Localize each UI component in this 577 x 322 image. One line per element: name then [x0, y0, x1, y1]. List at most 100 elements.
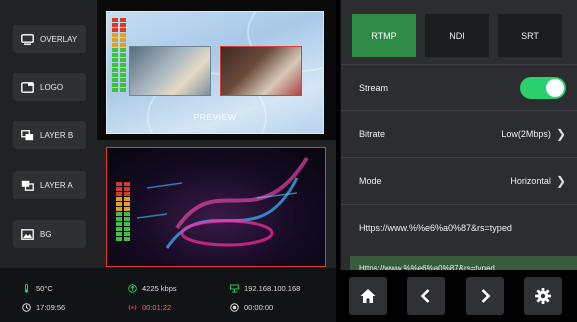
stream-row: Stream: [341, 64, 577, 110]
image-icon: [21, 228, 34, 240]
meter-segment: [112, 83, 118, 87]
upload-icon: [128, 284, 137, 293]
meter-segment: [112, 28, 118, 32]
monitor-icon: [21, 33, 34, 45]
meter-segment: [120, 53, 126, 57]
meter-segment: [116, 187, 122, 191]
meter-segment: [120, 58, 126, 62]
layer-panel: OVERLAY LOGO LAYER B LAYER A BG: [0, 0, 97, 268]
camera-source-2: [220, 46, 302, 96]
preview-area: PREVIEW: [97, 0, 336, 140]
layer-b-button[interactable]: LAYER B: [13, 121, 86, 149]
settings-panel: RTMP NDI SRT Stream Bitrate Low(2Mbps) ❯…: [340, 0, 577, 270]
meter-segment: [124, 197, 130, 201]
layer-b-label: LAYER B: [40, 130, 74, 140]
nav-bar: [336, 270, 577, 322]
tab-srt[interactable]: SRT: [498, 14, 562, 57]
meter-segment: [116, 192, 122, 196]
stream-label: Stream: [359, 82, 389, 93]
meter-segment: [112, 68, 118, 72]
meter-segment: [124, 227, 130, 231]
meter-segment: [120, 63, 126, 67]
forward-button[interactable]: [466, 277, 504, 315]
meter-segment: [112, 63, 118, 67]
meter-segment: [120, 83, 126, 87]
meter-segment: [112, 23, 118, 27]
program-area: [97, 140, 336, 268]
record-icon: [230, 303, 239, 312]
clock-icon: [22, 303, 31, 312]
toggle-knob: [546, 78, 564, 97]
meter-segment: [124, 237, 130, 241]
preview-monitor[interactable]: PREVIEW: [106, 11, 324, 134]
meter-segment: [124, 192, 130, 196]
gear-icon: [535, 288, 551, 304]
tab-rtmp[interactable]: RTMP: [352, 14, 416, 57]
meter-segment: [120, 73, 126, 77]
meter-segment: [112, 48, 118, 52]
meter-segment: [120, 88, 126, 92]
mode-label: Mode: [359, 175, 382, 186]
meter-segment: [120, 38, 126, 42]
broadcast-icon: [128, 304, 137, 311]
meter-segment: [112, 88, 118, 92]
logo-button[interactable]: LOGO: [13, 73, 86, 101]
url-row[interactable]: Https://www.%%e6%a0%87&rs=typed: [341, 204, 577, 250]
back-button[interactable]: [407, 277, 445, 315]
meter-segment: [116, 237, 122, 241]
stream-toggle[interactable]: [520, 76, 566, 99]
meter-segment: [120, 18, 126, 22]
layer-a-button[interactable]: LAYER A: [13, 171, 86, 199]
stream-time-status: 00:01:22: [128, 303, 171, 312]
network-status: 192.168.100.168: [230, 284, 300, 293]
mode-row: Mode Horizontal ❯: [341, 157, 577, 203]
temperature-status: 50°C: [22, 284, 53, 293]
meter-segment: [112, 53, 118, 57]
meter-segment: [112, 58, 118, 62]
preview-label: PREVIEW: [193, 112, 237, 122]
meter-segment: [116, 222, 122, 226]
meter-segment: [120, 43, 126, 47]
meter-segment: [124, 232, 130, 236]
stream-url: Https://www.%%e6%a0%87&rs=typed: [359, 222, 512, 233]
overlay-button[interactable]: OVERLAY: [13, 25, 86, 53]
program-audio-meter: [116, 182, 130, 241]
meter-segment: [120, 23, 126, 27]
meter-segment: [120, 33, 126, 37]
meter-segment: [112, 38, 118, 42]
layers-icon: [21, 129, 34, 140]
settings-button[interactable]: [524, 277, 562, 315]
overlay-label: OVERLAY: [40, 34, 78, 44]
chevron-left-icon: [420, 289, 430, 303]
meter-segment: [124, 187, 130, 191]
meter-segment: [124, 182, 130, 186]
bitrate-select[interactable]: Low(2Mbps) ❯: [501, 127, 566, 141]
home-button[interactable]: [349, 277, 387, 315]
meter-segment: [120, 68, 126, 72]
meter-segment: [112, 73, 118, 77]
status-bar: 50°C 17:09:56 4225 kbps 00:01:22 192.168…: [0, 268, 336, 322]
meter-segment: [124, 212, 130, 216]
meter-segment: [120, 48, 126, 52]
meter-segment: [116, 197, 122, 201]
clock-status: 17:09:56: [22, 303, 65, 312]
logo-label: LOGO: [40, 82, 64, 92]
meter-segment: [112, 78, 118, 82]
meter-segment: [112, 18, 118, 22]
meter-segment: [116, 207, 122, 211]
meter-segment: [124, 217, 130, 221]
layers-icon: [21, 180, 34, 191]
meter-segment: [116, 232, 122, 236]
url-row-partial[interactable]: Https://www.%%e6%a0%87&rs=typed: [350, 256, 577, 270]
chevron-right-icon: ❯: [555, 173, 566, 188]
frame-icon: [21, 81, 34, 93]
tab-ndi[interactable]: NDI: [425, 14, 489, 57]
bg-button[interactable]: BG: [13, 220, 86, 248]
mode-select[interactable]: Horizontal ❯: [510, 174, 566, 188]
chevron-right-icon: ❯: [555, 126, 566, 141]
meter-segment: [116, 227, 122, 231]
chevron-right-icon: [481, 289, 491, 303]
program-video-neon: [136, 156, 309, 249]
program-monitor[interactable]: [106, 147, 326, 267]
meter-segment: [124, 202, 130, 206]
